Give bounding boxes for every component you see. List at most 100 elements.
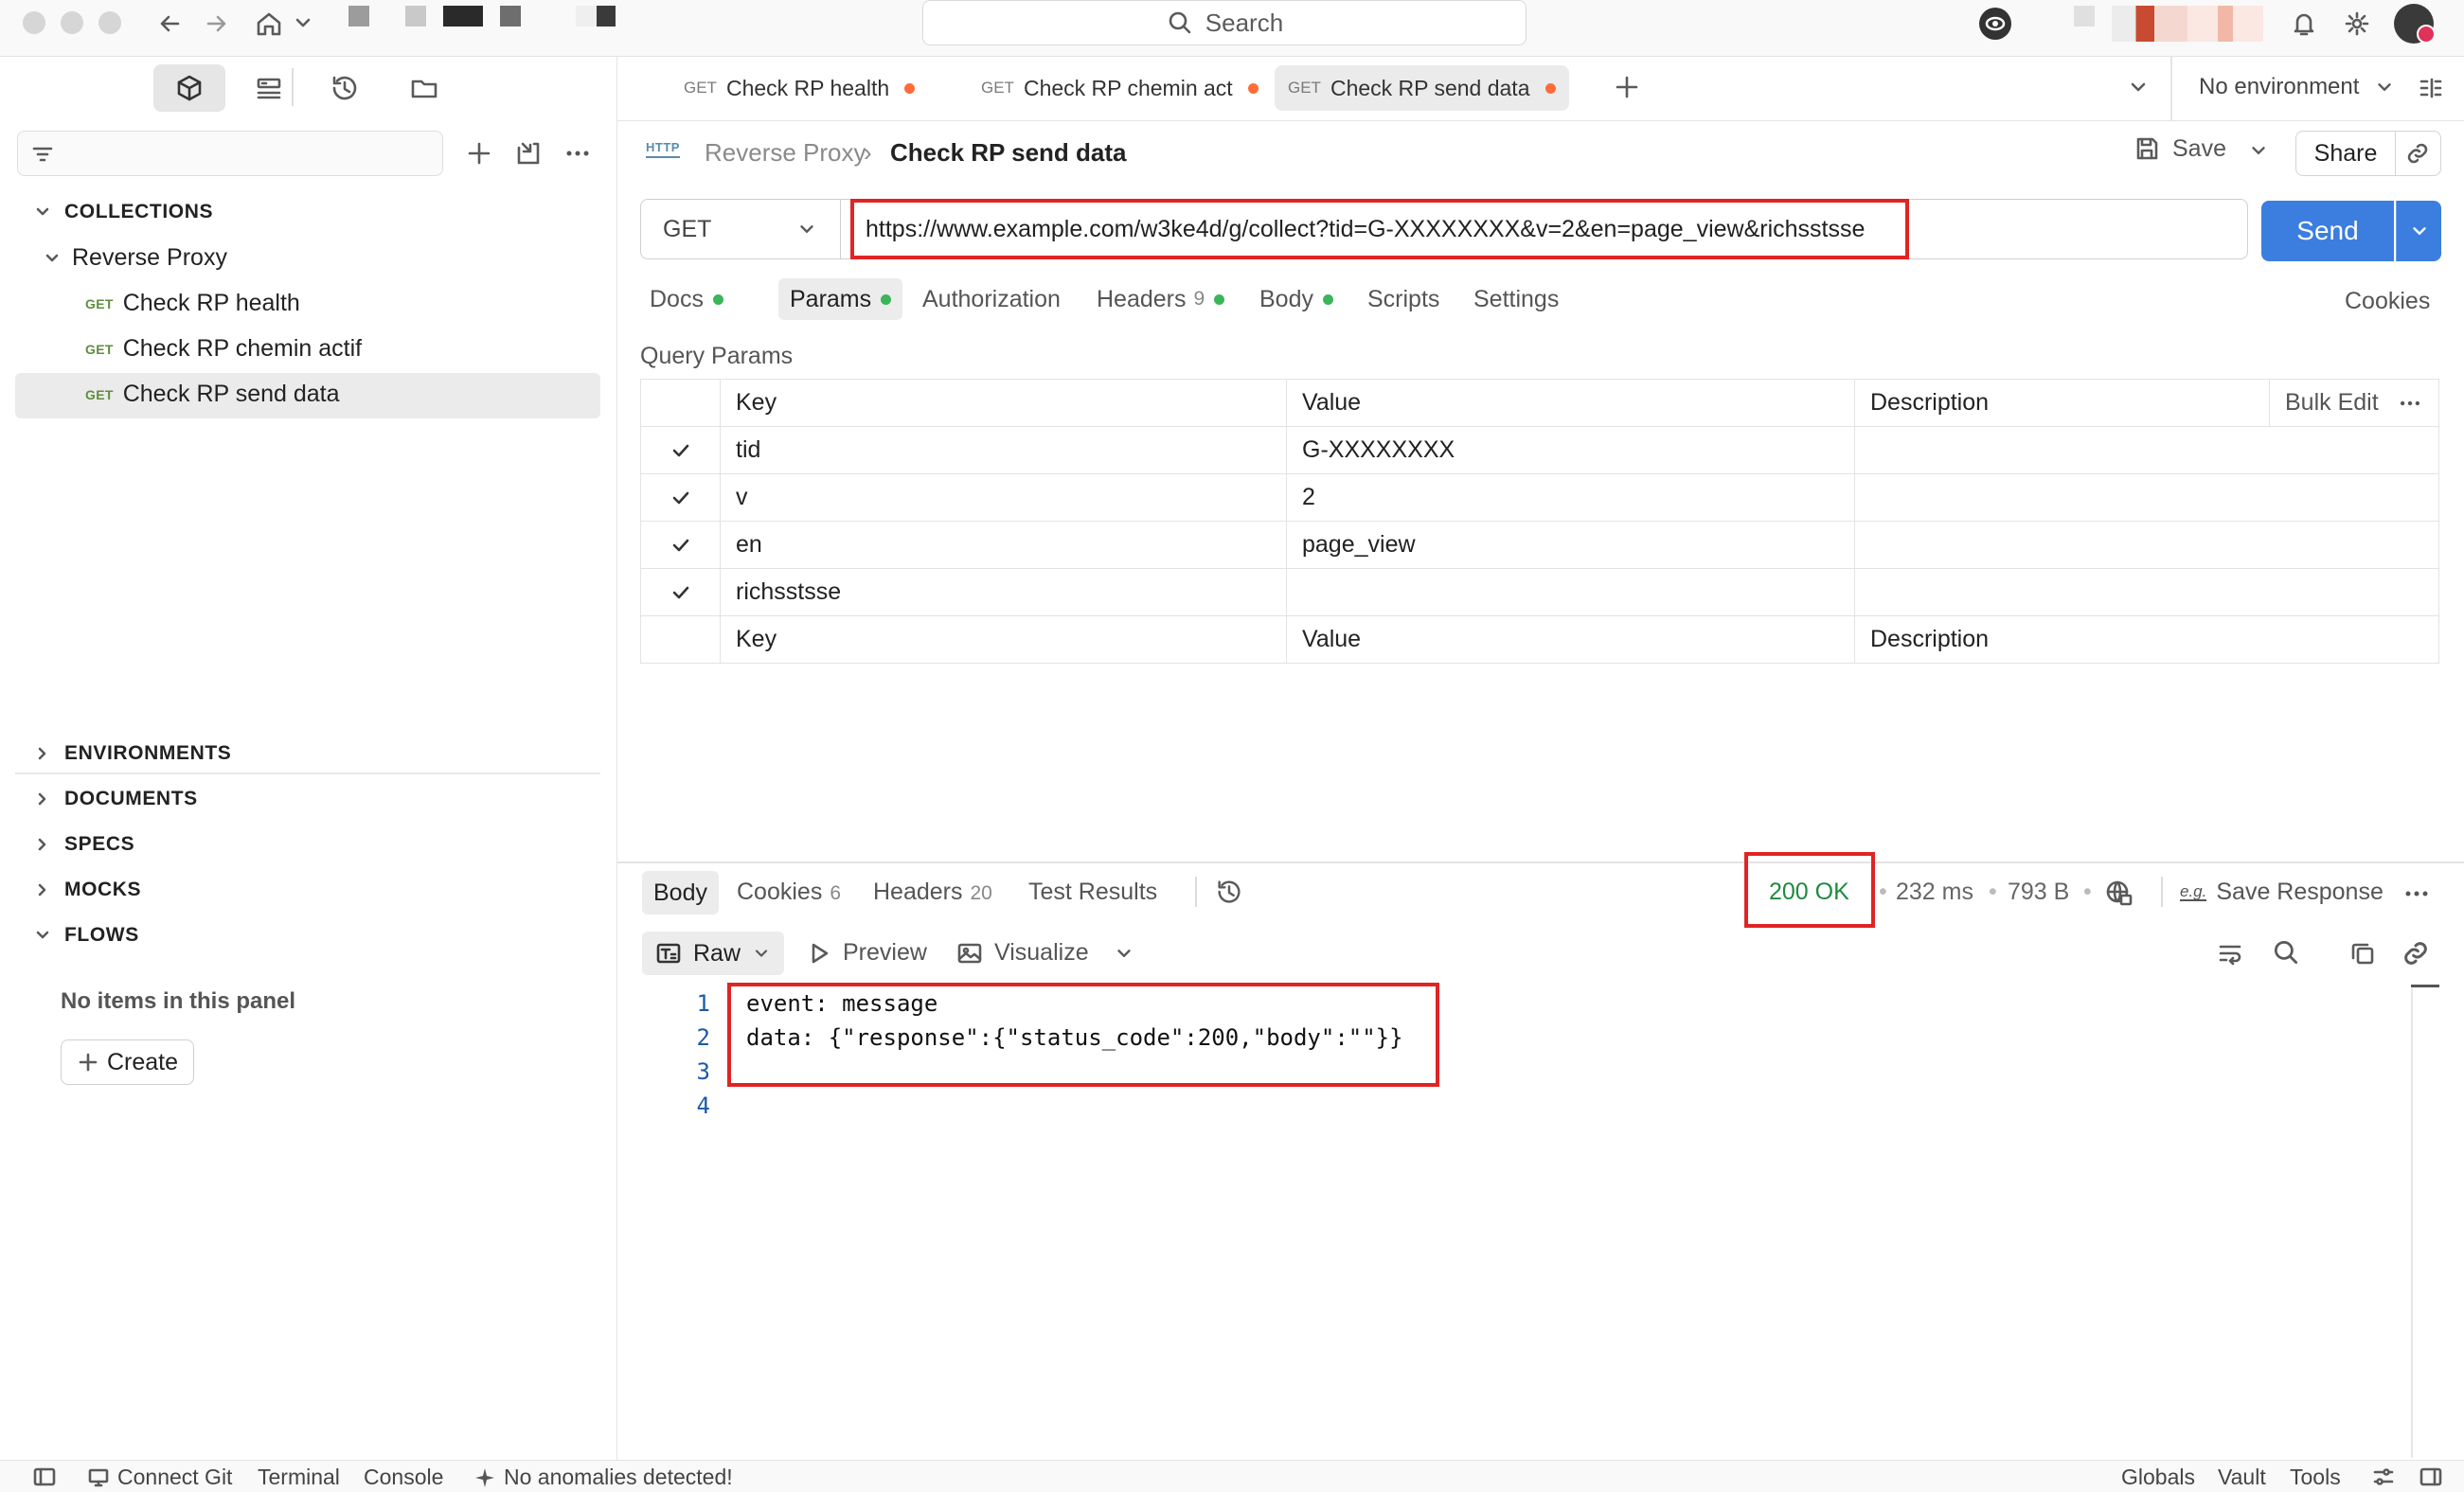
gear-icon[interactable] [2343, 9, 2371, 38]
create-button[interactable]: Create [61, 1039, 195, 1085]
copy-icon[interactable] [2348, 939, 2377, 968]
link-icon[interactable] [2402, 939, 2430, 968]
method-select[interactable]: GET [640, 199, 841, 259]
tab-body[interactable]: Body [1248, 278, 1345, 320]
agent-icon[interactable] [1979, 8, 2011, 40]
param-value-cell[interactable]: G-XXXXXXXX [1286, 426, 1855, 474]
window-close-button[interactable] [23, 11, 45, 34]
window-minimize-button[interactable] [61, 11, 83, 34]
param-key-cell[interactable]: v [720, 473, 1287, 522]
console-button[interactable]: Console [364, 1465, 443, 1490]
forward-arrow-icon[interactable] [203, 9, 231, 38]
new-param-value-input[interactable]: Value [1286, 615, 1855, 664]
mocks-section-header[interactable]: MOCKS [34, 879, 141, 901]
param-checkbox[interactable] [640, 568, 721, 616]
param-value-cell[interactable]: 2 [1286, 473, 1855, 522]
window-zoom-button[interactable] [98, 11, 121, 34]
param-checkbox[interactable] [640, 473, 721, 522]
preview-button[interactable]: Preview [807, 939, 927, 967]
format-select[interactable]: Raw [642, 932, 785, 975]
scrollbar-track[interactable] [2411, 988, 2413, 1458]
wrap-lines-icon[interactable] [2216, 939, 2244, 968]
tab-docs[interactable]: Docs [638, 278, 735, 320]
tabs-overflow-chevron-icon[interactable] [2127, 76, 2150, 98]
toggle-right-panel-icon[interactable] [2419, 1465, 2443, 1489]
new-param-key-input[interactable]: Key [720, 615, 1287, 664]
globals-button[interactable]: Globals [2121, 1465, 2195, 1490]
plus-icon[interactable] [464, 138, 494, 169]
history-nav-button[interactable] [309, 64, 381, 112]
bulk-edit-button[interactable]: Bulk Edit [2285, 389, 2379, 417]
back-arrow-icon[interactable] [155, 9, 184, 38]
history-icon[interactable] [1214, 877, 1244, 907]
visualize-button[interactable]: Visualize [956, 939, 1089, 967]
sidebar-filter-input[interactable] [17, 131, 443, 176]
response-size[interactable]: 793 B [2008, 879, 2069, 906]
param-value-cell[interactable]: page_view [1286, 521, 1855, 569]
param-checkbox[interactable] [640, 521, 721, 569]
toggle-sidebar-icon[interactable] [32, 1465, 57, 1489]
flows-section-header[interactable]: FLOWS [34, 924, 139, 947]
network-globe-icon[interactable] [2104, 879, 2134, 909]
settings-sliders-icon[interactable] [2371, 1465, 2396, 1489]
param-value-cell[interactable] [1286, 568, 1855, 616]
more-options-icon[interactable] [2402, 879, 2432, 909]
param-key-cell[interactable]: richsstsse [720, 568, 1287, 616]
bell-icon[interactable] [2290, 9, 2318, 38]
sidebar-request-check-rp-send-data[interactable]: GET Check RP send data [85, 381, 340, 408]
tab-authorization[interactable]: Authorization [911, 278, 1072, 320]
vault-button[interactable]: Vault [2218, 1465, 2266, 1490]
collections-section-header[interactable]: COLLECTIONS [34, 201, 213, 223]
response-pane-divider[interactable] [617, 861, 2464, 863]
more-options-icon[interactable] [562, 138, 593, 169]
tab-scripts[interactable]: Scripts [1356, 278, 1451, 320]
save-response-button[interactable]: e.g. Save Response [2180, 879, 2384, 906]
save-options-chevron-icon[interactable] [2248, 140, 2269, 161]
new-tab-plus-icon[interactable] [1612, 72, 1642, 102]
avatar[interactable] [2394, 4, 2436, 44]
param-checkbox[interactable] [640, 426, 721, 474]
more-options-icon[interactable] [2397, 390, 2423, 417]
send-button[interactable]: Send [2261, 201, 2394, 261]
terminal-button[interactable]: Terminal [258, 1465, 340, 1490]
copy-link-button[interactable] [2394, 131, 2441, 176]
collections-nav-button[interactable] [153, 64, 225, 112]
tab-check-rp-chemin-act[interactable]: GET Check RP chemin act [968, 65, 1272, 111]
param-key-cell[interactable]: en [720, 521, 1287, 569]
search-bar[interactable]: Search [922, 0, 1527, 45]
param-description-cell[interactable] [1854, 426, 2439, 474]
tab-check-rp-send-data[interactable]: GET Check RP send data [1275, 65, 1569, 111]
environments-nav-button[interactable] [233, 64, 305, 112]
documents-section-header[interactable]: DOCUMENTS [34, 788, 198, 810]
param-key-cell[interactable]: tid [720, 426, 1287, 474]
environment-quick-look-icon[interactable] [2417, 74, 2445, 102]
response-tab-cookies[interactable]: Cookies 6 [737, 879, 841, 906]
scrollbar-thumb[interactable] [2411, 985, 2439, 987]
tools-button[interactable]: Tools [2290, 1465, 2341, 1490]
response-tab-body[interactable]: Body [642, 871, 719, 915]
tab-params[interactable]: Params [778, 278, 903, 320]
import-icon[interactable] [513, 138, 544, 169]
environment-selector[interactable]: No environment [2199, 74, 2395, 100]
param-description-cell[interactable] [1854, 568, 2439, 616]
anomaly-status[interactable]: No anomalies detected! [473, 1465, 733, 1490]
tab-check-rp-health[interactable]: GET Check RP health [670, 65, 928, 111]
send-options-button[interactable] [2396, 201, 2441, 261]
share-button[interactable]: Share [2295, 131, 2396, 176]
home-icon[interactable] [254, 9, 284, 39]
environments-section-header[interactable]: ENVIRONMENTS [34, 742, 231, 765]
breadcrumb-parent[interactable]: Reverse Proxy [705, 138, 866, 168]
connect-git-button[interactable]: Connect Git [87, 1465, 232, 1490]
response-tab-test-results[interactable]: Test Results [1028, 879, 1157, 906]
search-icon[interactable] [2271, 937, 2301, 968]
sidebar-request-check-rp-chemin-actif[interactable]: GET Check RP chemin actif [85, 335, 362, 363]
specs-section-header[interactable]: SPECS [34, 833, 134, 856]
save-button[interactable]: Save [2133, 134, 2226, 163]
response-time[interactable]: 232 ms [1896, 879, 1973, 906]
response-tab-headers[interactable]: Headers 20 [873, 879, 992, 906]
folder-nav-button[interactable] [388, 64, 460, 112]
visualize-options-chevron-icon[interactable] [1114, 943, 1134, 964]
chevron-down-icon[interactable] [292, 11, 314, 34]
tab-settings[interactable]: Settings [1462, 278, 1570, 320]
new-param-description-input[interactable]: Description [1854, 615, 2439, 664]
